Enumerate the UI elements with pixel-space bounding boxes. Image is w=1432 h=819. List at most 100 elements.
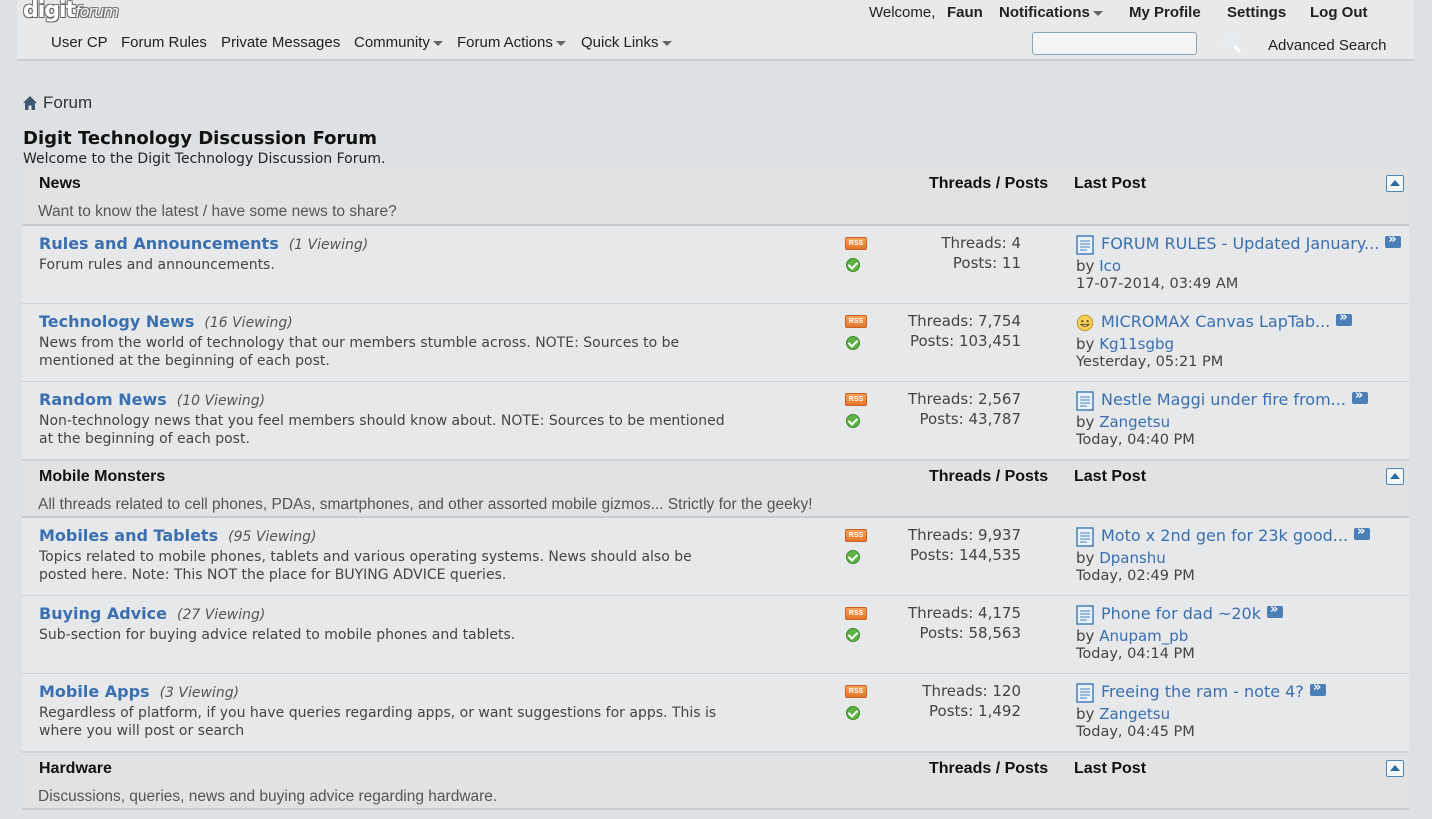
forum-name: Mobiles and Tablets: [39, 526, 219, 545]
forum-status-icon: [846, 258, 860, 272]
nav-forum-actions-menu[interactable]: Forum Actions: [457, 34, 566, 51]
nav-user-cp[interactable]: User CP: [51, 34, 108, 51]
last-post-link[interactable]: MICROMAX Canvas LapTab...: [1101, 310, 1353, 331]
forum-status-icon: [846, 414, 860, 428]
category-header-hardware: Hardware Threads / Posts Last Post Discu…: [22, 752, 1409, 810]
document-icon: [1076, 235, 1094, 255]
notifications-menu[interactable]: Notifications: [999, 4, 1103, 21]
breadcrumb: Forum: [22, 93, 92, 113]
author-link[interactable]: Dpanshu: [1099, 549, 1166, 567]
column-threads-posts: Threads / Posts: [929, 175, 1049, 192]
by-label: by: [1076, 335, 1095, 353]
forum-title-link[interactable]: Mobiles and Tablets (95 Viewing): [39, 526, 316, 545]
rss-icon[interactable]: RSS: [845, 393, 867, 406]
rss-icon[interactable]: RSS: [845, 607, 867, 620]
go-to-last-post-icon[interactable]: [1336, 310, 1353, 326]
viewing-count: (3 Viewing): [159, 685, 240, 701]
log-out-link[interactable]: Log Out: [1310, 4, 1367, 21]
author-link[interactable]: Anupam_pb: [1099, 627, 1188, 645]
search-icon[interactable]: [1223, 35, 1241, 53]
last-post-link[interactable]: Nestle Maggi under fire from...: [1101, 388, 1368, 409]
logo-sub-text: forum: [75, 2, 119, 21]
forum-actions-label: Forum Actions: [457, 34, 553, 51]
notifications-label: Notifications: [999, 4, 1090, 21]
collapse-icon[interactable]: [1386, 468, 1404, 485]
go-to-last-post-icon[interactable]: [1351, 388, 1368, 404]
category-title[interactable]: Hardware: [39, 760, 112, 778]
forum-title-link[interactable]: Rules and Announcements (1 Viewing): [39, 234, 368, 253]
author-link[interactable]: Zangetsu: [1099, 705, 1170, 723]
settings-link[interactable]: Settings: [1227, 4, 1286, 21]
search-input[interactable]: [1032, 32, 1197, 55]
site-header: digitforum Welcome, Faun Notifications M…: [17, 0, 1414, 61]
viewing-count: (1 Viewing): [288, 237, 369, 253]
last-post-link[interactable]: Freeing the ram - note 4?: [1101, 680, 1326, 701]
rss-icon[interactable]: RSS: [845, 237, 867, 250]
category-header-news: News Threads / Posts Last Post Want to k…: [22, 168, 1409, 226]
author-link[interactable]: Zangetsu: [1099, 413, 1170, 431]
forum-title-link[interactable]: Mobile Apps (3 Viewing): [39, 682, 239, 701]
nav-forum-rules[interactable]: Forum Rules: [121, 34, 207, 51]
forum-description: Sub-section for buying advice related to…: [39, 627, 516, 643]
go-to-last-post-icon[interactable]: [1354, 524, 1371, 540]
last-post-link[interactable]: Phone for dad ~20k: [1101, 602, 1283, 623]
thread-count: Threads: 4: [941, 234, 1021, 252]
collapse-icon[interactable]: [1386, 175, 1404, 192]
post-count: Posts: 43,787: [919, 410, 1021, 428]
forum-row: Buying Advice (27 Viewing) Sub-section fo…: [22, 596, 1409, 674]
category-title[interactable]: News: [39, 175, 81, 193]
rss-icon[interactable]: RSS: [845, 685, 867, 698]
forum-status-icon: [846, 550, 860, 564]
page-title: Digit Technology Discussion Forum: [23, 128, 377, 149]
last-post-link[interactable]: Moto x 2nd gen for 23k good...: [1101, 524, 1371, 545]
username-link[interactable]: Faun: [947, 4, 983, 21]
last-post-date: 17-07-2014, 03:49 AM: [1076, 276, 1239, 292]
last-post-date: Today, 04:40 PM: [1076, 432, 1195, 448]
thread-count: Threads: 4,175: [907, 604, 1021, 622]
last-post-date: Today, 02:49 PM: [1076, 568, 1195, 584]
page-description: Welcome to the Digit Technology Discussi…: [23, 151, 386, 167]
nav-community-menu[interactable]: Community: [354, 34, 443, 51]
collapse-icon[interactable]: [1386, 760, 1404, 777]
nav-quick-links-menu[interactable]: Quick Links: [581, 34, 672, 51]
welcome-text: Welcome,: [869, 4, 936, 21]
home-icon[interactable]: [22, 95, 38, 111]
chevron-down-icon: [661, 40, 672, 46]
category-description: All threads related to cell phones, PDAs…: [38, 496, 813, 513]
author-link[interactable]: Kg11sgbg: [1099, 335, 1174, 353]
rss-icon[interactable]: RSS: [845, 315, 867, 328]
forum-name: Rules and Announcements: [39, 234, 279, 253]
forum-title-link[interactable]: Buying Advice (27 Viewing): [39, 604, 265, 623]
forum-description: Forum rules and announcements.: [39, 257, 275, 273]
by-label: by: [1076, 549, 1095, 567]
document-icon: [1076, 683, 1094, 703]
chevron-down-icon: [432, 40, 443, 46]
column-last-post: Last Post: [1074, 175, 1147, 192]
last-post-link[interactable]: FORUM RULES - Updated January...: [1101, 232, 1402, 253]
breadcrumb-forum-link[interactable]: Forum: [43, 93, 92, 113]
column-last-post: Last Post: [1074, 760, 1147, 777]
go-to-last-post-icon[interactable]: [1385, 232, 1402, 248]
last-post-title: FORUM RULES - Updated January...: [1101, 234, 1380, 253]
forum-name: Random News: [39, 390, 167, 409]
rss-icon[interactable]: RSS: [845, 529, 867, 542]
go-to-last-post-icon[interactable]: [1309, 680, 1326, 696]
category-title[interactable]: Mobile Monsters: [39, 468, 165, 486]
logo-main-text: digit: [23, 0, 76, 23]
go-to-last-post-icon[interactable]: [1266, 602, 1283, 618]
column-threads-posts: Threads / Posts: [929, 760, 1049, 777]
nav-private-messages[interactable]: Private Messages: [221, 34, 340, 51]
thread-count: Threads: 120: [922, 682, 1021, 700]
chevron-down-icon: [555, 40, 566, 46]
site-logo[interactable]: digitforum: [23, 0, 119, 23]
last-post-title: Moto x 2nd gen for 23k good...: [1101, 526, 1349, 545]
last-post-title: Nestle Maggi under fire from...: [1101, 390, 1346, 409]
author-link[interactable]: Ico: [1099, 257, 1121, 275]
my-profile-link[interactable]: My Profile: [1129, 4, 1201, 21]
thread-count: Threads: 2,567: [907, 390, 1021, 408]
post-count: Posts: 103,451: [909, 332, 1021, 350]
forum-title-link[interactable]: Technology News (16 Viewing): [39, 312, 293, 331]
advanced-search-link[interactable]: Advanced Search: [1268, 37, 1386, 54]
forum-description: News from the world of technology that o…: [39, 335, 680, 369]
forum-title-link[interactable]: Random News (10 Viewing): [39, 390, 265, 409]
